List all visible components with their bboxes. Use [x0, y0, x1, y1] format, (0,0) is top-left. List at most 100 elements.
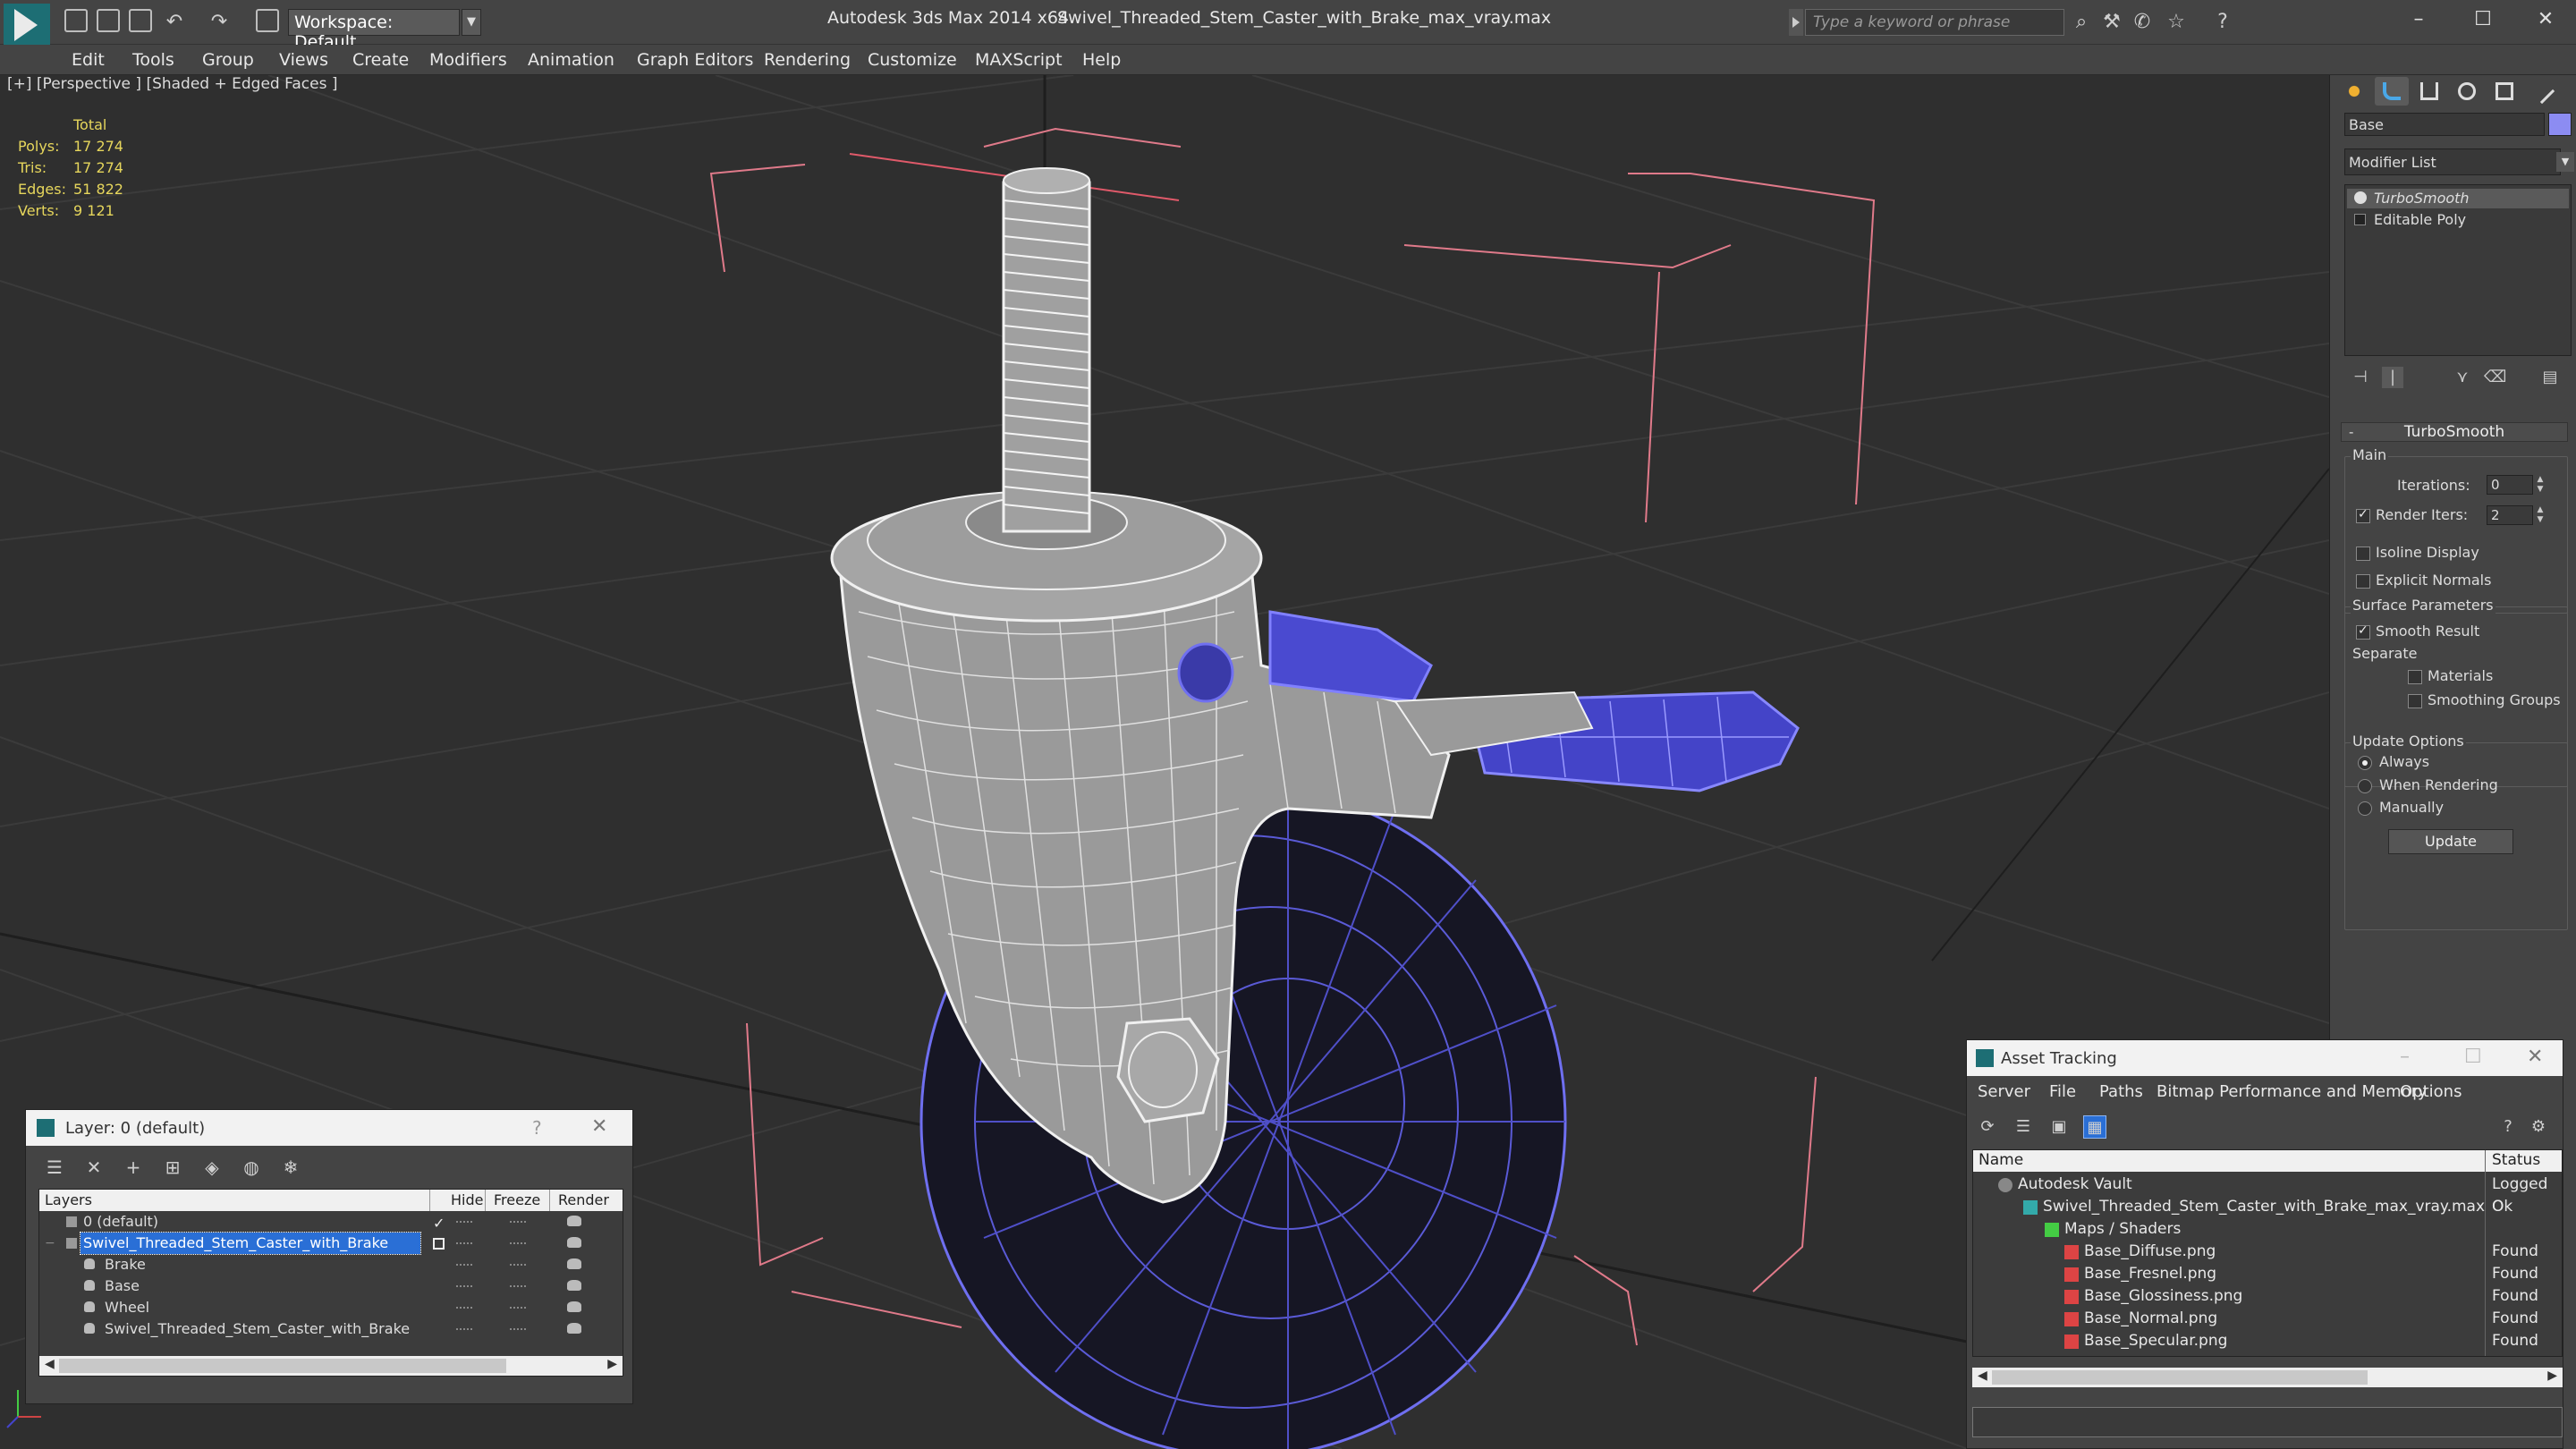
object-row[interactable]: Brake: [39, 1254, 623, 1275]
asset-menu-server[interactable]: Server: [1978, 1082, 2030, 1101]
column-name[interactable]: Name: [1979, 1151, 2023, 1169]
thumbnail-view-icon[interactable]: ▣: [2047, 1115, 2071, 1139]
minimize-button[interactable]: –: [2392, 4, 2445, 36]
current-layer-box-icon[interactable]: [433, 1238, 445, 1250]
object-name-field[interactable]: Base: [2344, 113, 2545, 136]
asset-row[interactable]: Autodesk Vault Logged O: [1973, 1174, 2562, 1216]
help-icon[interactable]: ?: [2496, 1115, 2520, 1139]
render-teapot-icon[interactable]: [567, 1258, 581, 1269]
scroll-thumb[interactable]: [1992, 1370, 2368, 1385]
pin-stack-icon[interactable]: ⊣: [2350, 367, 2371, 388]
close-button[interactable]: ✕: [2519, 4, 2572, 36]
expand-box-icon[interactable]: [2354, 214, 2366, 225]
app-menu-button[interactable]: [4, 4, 50, 47]
make-unique-icon[interactable]: ⋎: [2452, 367, 2473, 388]
save-file-icon[interactable]: [129, 9, 152, 32]
asset-horizontal-scrollbar[interactable]: ◀ ▶: [1972, 1368, 2563, 1387]
tab-display[interactable]: [2487, 77, 2521, 106]
manually-radio[interactable]: [2358, 801, 2372, 816]
layers-icon[interactable]: ☰: [42, 1155, 67, 1180]
undo-icon[interactable]: ↶: [161, 9, 188, 36]
layer-horizontal-scrollbar[interactable]: ◀ ▶: [39, 1356, 623, 1376]
favorites-star-icon[interactable]: ☆: [2163, 9, 2190, 36]
menu-create[interactable]: Create: [352, 50, 409, 70]
collapse-icon[interactable]: -: [2349, 423, 2353, 441]
column-hide[interactable]: Hide: [451, 1191, 483, 1208]
close-button[interactable]: ✕: [2527, 1046, 2543, 1068]
render-teapot-icon[interactable]: [567, 1237, 581, 1248]
when-rendering-radio[interactable]: [2358, 779, 2372, 793]
list-view-icon[interactable]: ☰: [2012, 1115, 2035, 1139]
render-iters-spinner[interactable]: 2: [2487, 505, 2533, 525]
update-button[interactable]: Update: [2388, 829, 2513, 854]
always-radio[interactable]: [2358, 756, 2372, 770]
search-expand-icon[interactable]: [1789, 9, 1803, 36]
render-teapot-icon[interactable]: [567, 1323, 581, 1334]
lightbulb-icon[interactable]: [2354, 191, 2367, 204]
select-objects-icon[interactable]: ⊞: [160, 1155, 185, 1180]
add-layer-icon[interactable]: +: [121, 1155, 146, 1180]
menu-modifiers[interactable]: Modifiers: [429, 50, 507, 70]
menu-graph-editors[interactable]: Graph Editors: [637, 50, 753, 70]
materials-checkbox[interactable]: [2408, 670, 2422, 684]
asset-row[interactable]: Maps / Shaders: [1973, 1218, 2562, 1241]
asset-menu-options[interactable]: Options: [2400, 1082, 2462, 1101]
object-color-swatch[interactable]: [2548, 113, 2572, 136]
scroll-left-icon[interactable]: ◀: [1978, 1368, 1987, 1383]
layer-row[interactable]: 0 (default) ✓: [39, 1211, 623, 1233]
delete-layer-icon[interactable]: ✕: [81, 1155, 106, 1180]
scroll-left-icon[interactable]: ◀: [45, 1357, 55, 1371]
communication-icon[interactable]: ✆: [2129, 9, 2156, 36]
close-button[interactable]: ✕: [591, 1115, 607, 1138]
tab-modify[interactable]: [2375, 77, 2409, 106]
menu-tools[interactable]: Tools: [132, 50, 174, 70]
smooth-result-checkbox[interactable]: [2356, 623, 2370, 640]
tab-utilities[interactable]: [2525, 77, 2559, 106]
layer-dialog-title[interactable]: Layer: 0 (default) ? ✕: [26, 1110, 632, 1146]
layer-row-selected[interactable]: − Swivel_Threaded_Stem_Caster_with_Brake: [39, 1232, 623, 1255]
help-icon[interactable]: ?: [2209, 9, 2236, 36]
binoculars-icon[interactable]: ⌕: [2068, 9, 2095, 36]
maximize-button[interactable]: ☐: [2456, 4, 2510, 36]
column-render[interactable]: Render: [558, 1191, 609, 1208]
asset-row[interactable]: Base_Normal.png Found: [1973, 1308, 2562, 1330]
minimize-button[interactable]: –: [2400, 1046, 2410, 1068]
asset-menu-file[interactable]: File: [2049, 1082, 2076, 1101]
maximize-button[interactable]: ☐: [2464, 1046, 2482, 1068]
chevron-down-icon[interactable]: ▼: [462, 9, 481, 36]
help-button[interactable]: ?: [532, 1117, 542, 1139]
new-file-icon[interactable]: [64, 9, 88, 32]
viewport-label[interactable]: [+] [Perspective ] [Shaded + Edged Faces…: [7, 75, 337, 93]
tab-hierarchy[interactable]: [2412, 77, 2446, 106]
tab-motion[interactable]: [2450, 77, 2484, 106]
asset-row[interactable]: Swivel_Threaded_Stem_Caster_with_Brake_m…: [1973, 1196, 2562, 1218]
object-row[interactable]: Base: [39, 1275, 623, 1297]
menu-customize[interactable]: Customize: [868, 50, 957, 70]
spinner-arrows-icon[interactable]: ▲ ▼: [2535, 505, 2546, 525]
scroll-thumb[interactable]: [59, 1359, 506, 1373]
scroll-right-icon[interactable]: ▶: [607, 1357, 617, 1371]
menu-views[interactable]: Views: [279, 50, 328, 70]
options-icon[interactable]: ⚙: [2527, 1115, 2550, 1139]
asset-row[interactable]: Base_Fresnel.png Found: [1973, 1263, 2562, 1285]
subscription-icon[interactable]: ⚒: [2098, 9, 2125, 36]
menu-rendering[interactable]: Rendering: [764, 50, 851, 70]
stack-item-turbosmooth[interactable]: TurboSmooth: [2347, 189, 2569, 208]
project-folder-icon[interactable]: [256, 9, 279, 32]
iterations-spinner[interactable]: 0: [2487, 475, 2533, 495]
freeze-all-layers-icon[interactable]: ❄: [278, 1155, 303, 1180]
search-input[interactable]: Type a keyword or phrase: [1805, 9, 2064, 36]
current-layer-check-icon[interactable]: ✓: [433, 1213, 445, 1234]
spinner-arrows-icon[interactable]: ▲ ▼: [2535, 475, 2546, 495]
render-teapot-icon[interactable]: [567, 1301, 581, 1312]
table-view-icon[interactable]: ▦: [2083, 1115, 2106, 1139]
render-iters-checkbox[interactable]: [2356, 507, 2370, 523]
open-file-icon[interactable]: [97, 9, 120, 32]
highlight-layer-icon[interactable]: ◈: [199, 1155, 225, 1180]
render-teapot-icon[interactable]: [567, 1280, 581, 1291]
tab-create[interactable]: [2337, 77, 2371, 106]
hide-all-layers-icon[interactable]: ◍: [239, 1155, 264, 1180]
column-status[interactable]: Status: [2492, 1151, 2540, 1169]
asset-dialog-title[interactable]: Asset Tracking – ☐ ✕: [1967, 1040, 2563, 1076]
column-layers[interactable]: Layers: [45, 1191, 92, 1208]
